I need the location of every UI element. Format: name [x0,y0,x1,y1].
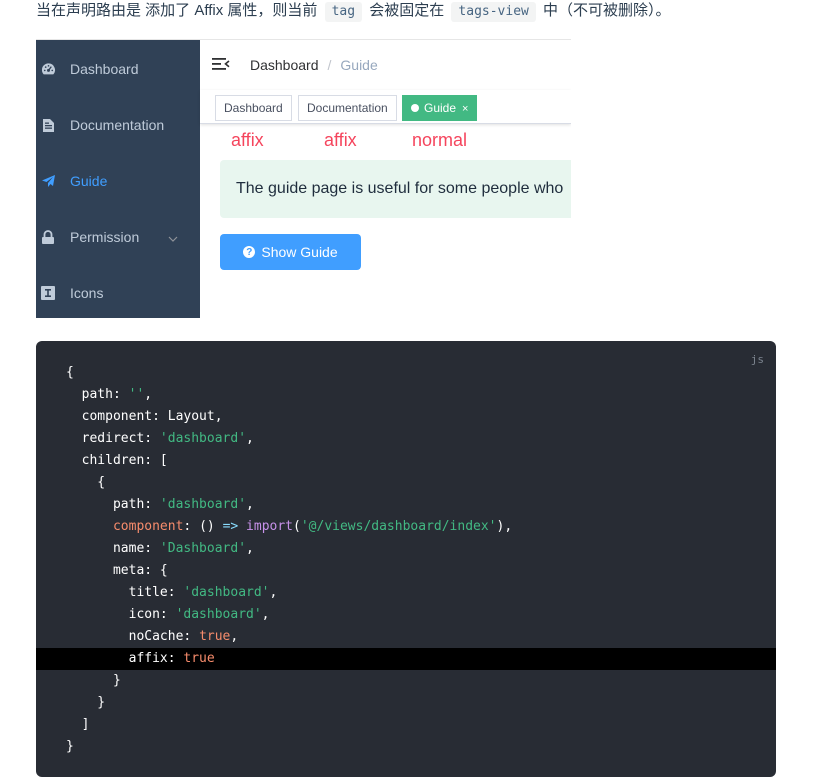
code-lines: { path: '', component: Layout, redirect:… [36,362,776,758]
lock-icon [40,229,56,245]
code-line: title: 'dashboard', [66,585,278,600]
sidebar-item-label: Permission [70,229,140,245]
code-block: js { path: '', component: Layout, redire… [36,341,776,777]
guide-tip-text: The guide page is useful for some people… [236,180,564,197]
tag-guide[interactable]: Guide × [402,95,478,121]
code-line: component: () => import('@/views/dashboa… [112,519,513,534]
breadcrumb: Dashboard / Guide [250,57,378,73]
document-icon [40,117,56,133]
breadcrumb-separator: / [327,57,332,73]
inline-code-tag: tag [324,2,363,22]
active-dot-icon [411,104,419,112]
icon-glyph-icon [40,285,56,301]
sidebar-item-dashboard[interactable]: Dashboard [36,41,200,97]
annotation-affix-dashboard: affix [231,130,264,150]
show-guide-label: Show Guide [261,244,338,260]
code-line: affix: true [36,648,776,670]
sidebar-item-icons[interactable]: Icons [36,265,200,318]
dashboard-icon [40,61,56,77]
code-line: children: [ [66,453,168,468]
code-line: } [66,673,121,688]
code-line: name: 'Dashboard', [66,541,254,556]
code-line: } [66,739,74,754]
tag-label: Guide [424,101,457,115]
guide-tip-box: The guide page is useful for some people… [220,160,571,218]
chevron-down-icon [168,229,178,245]
intro-text-2: 会被固定在 [369,2,445,19]
demo-screenshot: Dashboard Documentation Guide Permission [36,39,571,318]
code-line: { [66,475,106,490]
tags-view: Dashboard Documentation Guide × [200,90,571,124]
annotation-normal-guide: normal [412,130,468,150]
question-circle-icon: ? [243,246,256,258]
breadcrumb-item-guide: Guide [340,57,378,73]
code-line: path: 'dashboard', [66,497,254,512]
code-line: ] [66,717,90,732]
sidebar-item-permission[interactable]: Permission [36,209,200,265]
code-line: } [66,695,106,710]
code-line: path: '', [66,387,153,402]
tag-documentation[interactable]: Documentation [298,95,397,121]
navbar: Dashboard / Guide [200,40,571,90]
close-icon[interactable]: × [462,103,468,115]
paper-plane-icon [40,173,56,189]
code-line: redirect: 'dashboard', [66,431,254,446]
sidebar-item-documentation[interactable]: Documentation [36,97,200,153]
show-guide-button[interactable]: ? Show Guide [220,234,361,270]
hamburger-icon[interactable] [212,57,230,73]
tag-dashboard[interactable]: Dashboard [215,95,292,121]
code-line: icon: 'dashboard', [66,607,270,622]
sidebar: Dashboard Documentation Guide Permission [36,40,200,318]
sidebar-item-label: Documentation [70,117,165,133]
code-line: meta: { [66,563,168,578]
sidebar-item-guide[interactable]: Guide [36,153,200,209]
intro-paragraph: 当在声明路由是 添加了 Affix 属性，则当前 tag 会被固定在 tags-… [36,0,671,24]
breadcrumb-item-dashboard[interactable]: Dashboard [250,57,319,73]
sidebar-item-label: Icons [70,285,104,301]
annotation-affix-documentation: affix [324,130,357,150]
code-line: noCache: true, [66,629,239,644]
sidebar-item-label: Dashboard [70,61,139,77]
intro-text-1: 当在声明路由是 添加了 Affix 属性，则当前 [36,2,318,19]
code-line: component: Layout, [66,409,223,424]
inline-code-tags-view: tags-view [451,2,536,22]
sidebar-item-label: Guide [70,173,108,189]
intro-text-3: 中（不可被删除）。 [543,2,671,19]
code-line: { [66,365,74,380]
